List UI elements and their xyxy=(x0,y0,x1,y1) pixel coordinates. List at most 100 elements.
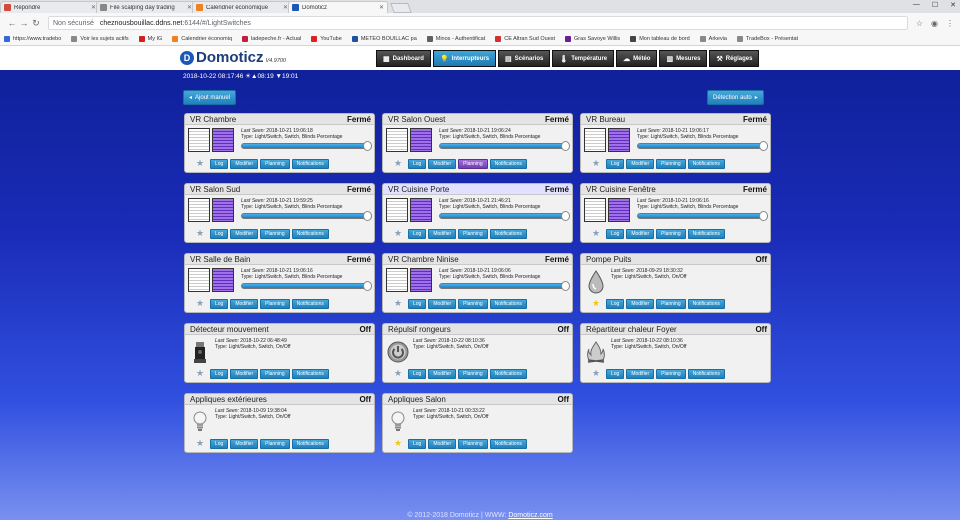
add-manual-button[interactable]: ◂ Ajout manuel xyxy=(183,90,237,105)
tab-close-icon[interactable]: ✕ xyxy=(379,4,384,11)
back-icon[interactable]: ← xyxy=(6,18,18,28)
bookmark-item[interactable]: Voir les sujets actifs xyxy=(71,36,129,42)
favorite-star-icon[interactable]: ★ xyxy=(392,158,404,169)
log-button[interactable]: Log xyxy=(408,438,427,449)
bookmark-item[interactable]: Mon tableau de bord xyxy=(630,36,690,42)
blind-level-slider[interactable] xyxy=(439,211,570,221)
bulb-switch-icon[interactable] xyxy=(387,409,409,435)
slider-handle[interactable] xyxy=(561,141,570,151)
blind-level-slider[interactable] xyxy=(637,211,768,221)
slider-handle[interactable] xyxy=(561,281,570,291)
blind-closed-icon[interactable] xyxy=(608,198,630,222)
favorite-star-icon[interactable]: ★ xyxy=(194,368,206,379)
blind-level-slider[interactable] xyxy=(439,281,570,291)
planning-button[interactable]: Planning xyxy=(656,228,686,239)
bookmark-item[interactable]: Minos - Authentificat xyxy=(426,36,485,42)
log-button[interactable]: Log xyxy=(210,438,229,449)
menu-icon[interactable]: ⋮ xyxy=(946,19,954,28)
power-switch-icon[interactable] xyxy=(387,339,409,365)
planning-button[interactable]: Planning xyxy=(458,368,488,379)
log-button[interactable]: Log xyxy=(408,158,427,169)
notifications-button[interactable]: Notifications xyxy=(489,228,527,239)
slider-handle[interactable] xyxy=(759,141,768,151)
planning-button[interactable]: Planning xyxy=(260,438,290,449)
slider-handle[interactable] xyxy=(561,211,570,221)
log-button[interactable]: Log xyxy=(408,368,427,379)
log-button[interactable]: Log xyxy=(210,368,229,379)
browser-tab[interactable]: Répondre ✕ xyxy=(0,1,100,13)
notifications-button[interactable]: Notifications xyxy=(489,438,527,449)
notifications-button[interactable]: Notifications xyxy=(687,228,725,239)
slider-handle[interactable] xyxy=(363,281,372,291)
favorite-star-icon[interactable]: ★ xyxy=(392,298,404,309)
bookmark-item[interactable]: Arkevia xyxy=(699,36,727,42)
log-button[interactable]: Log xyxy=(606,368,625,379)
planning-button[interactable]: Planning xyxy=(458,438,488,449)
bookmark-item[interactable]: CE Altran Sud Ouest xyxy=(495,36,555,42)
menu-item[interactable]: ▥ Mesures xyxy=(659,50,708,67)
favorite-star-icon[interactable]: ★ xyxy=(590,158,602,169)
slider-handle[interactable] xyxy=(363,211,372,221)
log-button[interactable]: Log xyxy=(606,298,625,309)
menu-item[interactable]: 💡 Interrupteurs xyxy=(432,50,497,67)
log-button[interactable]: Log xyxy=(408,298,427,309)
extension-icon[interactable]: ◉ xyxy=(931,19,938,28)
edit-button[interactable]: Modifier xyxy=(428,158,457,169)
log-button[interactable]: Log xyxy=(606,228,625,239)
bookmark-item[interactable]: Gras Savoye Willis xyxy=(565,36,620,42)
notifications-button[interactable]: Notifications xyxy=(687,158,725,169)
notifications-button[interactable]: Notifications xyxy=(489,158,527,169)
edit-button[interactable]: Modifier xyxy=(230,228,259,239)
notifications-button[interactable]: Notifications xyxy=(291,228,329,239)
blind-open-icon[interactable] xyxy=(386,268,408,292)
slider-handle[interactable] xyxy=(759,211,768,221)
blind-level-slider[interactable] xyxy=(241,281,372,291)
blind-closed-icon[interactable] xyxy=(212,268,234,292)
blind-closed-icon[interactable] xyxy=(410,268,432,292)
menu-item[interactable]: ▤ Scénarios xyxy=(498,50,551,67)
bookmark-item[interactable]: ladepeche.fr - Actual xyxy=(242,36,301,42)
log-button[interactable]: Log xyxy=(210,158,229,169)
forward-icon[interactable]: → xyxy=(18,18,30,28)
new-tab-button[interactable] xyxy=(390,3,412,13)
favorite-star-icon[interactable]: ★ xyxy=(392,368,404,379)
blind-open-icon[interactable] xyxy=(584,198,606,222)
bookmark-item[interactable]: https://www.tradebo xyxy=(4,36,61,42)
blind-closed-icon[interactable] xyxy=(212,128,234,152)
bookmark-item[interactable]: YouTube xyxy=(311,36,342,42)
blind-open-icon[interactable] xyxy=(188,128,210,152)
blind-open-icon[interactable] xyxy=(386,128,408,152)
edit-button[interactable]: Modifier xyxy=(230,368,259,379)
blind-closed-icon[interactable] xyxy=(212,198,234,222)
favorite-star-icon[interactable]: ★ xyxy=(392,228,404,239)
favorite-star-icon[interactable]: ★ xyxy=(194,158,206,169)
notifications-button[interactable]: Notifications xyxy=(489,298,527,309)
favorite-star-icon[interactable]: ★ xyxy=(194,438,206,449)
domoticz-logo[interactable]: D Domoticz V4.9700 xyxy=(180,49,286,66)
reload-icon[interactable]: ↻ xyxy=(30,18,42,29)
menu-item[interactable]: ☁ Météo xyxy=(616,50,658,67)
slider-handle[interactable] xyxy=(363,141,372,151)
planning-button[interactable]: Planning xyxy=(458,228,488,239)
edit-button[interactable]: Modifier xyxy=(230,158,259,169)
favorite-star-icon[interactable]: ★ xyxy=(590,298,602,309)
planning-button[interactable]: Planning xyxy=(260,368,290,379)
bookmark-item[interactable]: Calendrier économiq xyxy=(172,36,232,42)
browser-tab[interactable]: Domoticz ✕ xyxy=(288,1,388,13)
menu-item[interactable]: 🌡 Température xyxy=(552,50,615,67)
planning-button[interactable]: Planning xyxy=(260,158,290,169)
blind-closed-icon[interactable] xyxy=(608,128,630,152)
edit-button[interactable]: Modifier xyxy=(626,158,655,169)
blind-open-icon[interactable] xyxy=(386,198,408,222)
url-input[interactable]: Non sécurisé cheznousbouillac.ddns.net :… xyxy=(48,16,908,30)
edit-button[interactable]: Modifier xyxy=(230,438,259,449)
bulb-switch-icon[interactable] xyxy=(189,409,211,435)
blind-closed-icon[interactable] xyxy=(410,198,432,222)
edit-button[interactable]: Modifier xyxy=(626,368,655,379)
browser-tab[interactable]: File scalping day trading ✕ xyxy=(96,1,196,13)
edit-button[interactable]: Modifier xyxy=(428,298,457,309)
notifications-button[interactable]: Notifications xyxy=(291,438,329,449)
menu-item[interactable]: ▦ Dashboard xyxy=(376,50,431,67)
edit-button[interactable]: Modifier xyxy=(230,298,259,309)
log-button[interactable]: Log xyxy=(606,158,625,169)
